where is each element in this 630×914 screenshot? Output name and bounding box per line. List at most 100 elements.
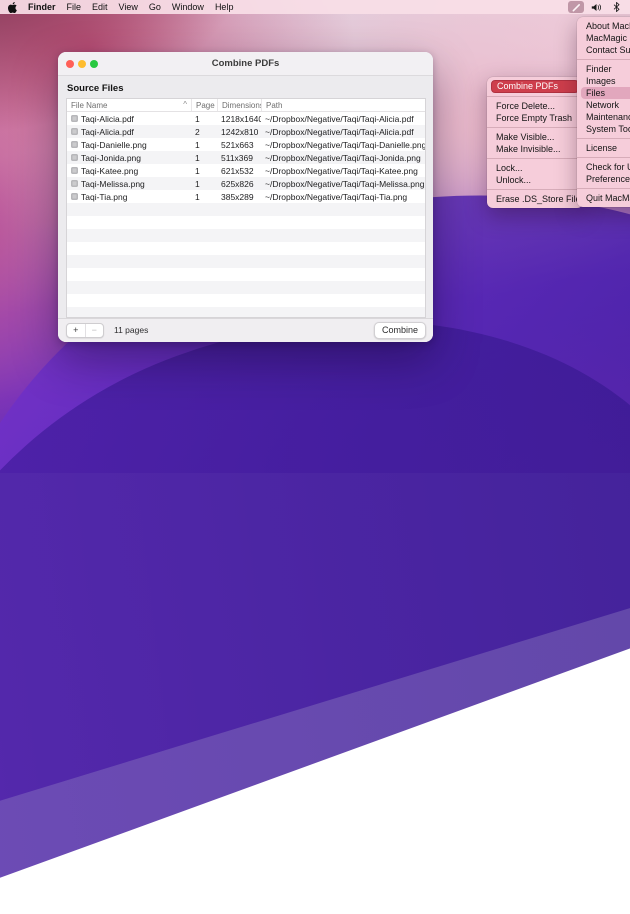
pages-count-label: 11 pages (114, 325, 148, 335)
menubar-item-help[interactable]: Help (215, 2, 234, 12)
menu-separator (487, 96, 583, 97)
close-button[interactable] (66, 60, 74, 68)
cell-page: 1 (191, 114, 217, 124)
column-header-file-name[interactable]: File Name ^ (67, 99, 191, 111)
menu-item-preferences[interactable]: Preferences... (577, 173, 630, 185)
minimize-button[interactable] (78, 60, 86, 68)
cell-page: 1 (191, 153, 217, 163)
file-thumbnail-icon (71, 115, 78, 122)
file-thumbnail-icon (71, 141, 78, 148)
cell-path: ~/Dropbox/Negative/Taqi/Taqi-Alicia.pdf (261, 127, 425, 137)
column-header-page[interactable]: Page (191, 99, 217, 111)
cell-page: 1 (191, 192, 217, 202)
combine-pdfs-window: Combine PDFs Source Files File Name ^ Pa… (58, 52, 433, 342)
menu-separator (487, 158, 583, 159)
source-files-table: File Name ^ Page Dimensions Path Taqi-Al… (66, 98, 426, 317)
cell-dimensions: 1218x1640 (217, 114, 261, 124)
cell-page: 2 (191, 127, 217, 137)
source-files-label: Source Files (67, 83, 433, 94)
table-row[interactable]: Taqi-Katee.png1621x532~/Dropbox/Negative… (67, 164, 425, 177)
cell-path: ~/Dropbox/Negative/Taqi/Taqi-Katee.png (261, 166, 425, 176)
cell-path: ~/Dropbox/Negative/Taqi/Taqi-Danielle.pn… (261, 140, 425, 150)
menu-separator (487, 127, 583, 128)
table-row[interactable]: Taqi-Alicia.pdf11218x1640~/Dropbox/Negat… (67, 112, 425, 125)
sort-ascending-icon[interactable]: ^ (183, 101, 187, 109)
menubar-item-window[interactable]: Window (172, 2, 204, 12)
menu-separator (577, 157, 630, 158)
volume-icon[interactable] (588, 1, 604, 13)
cell-file-name: Taqi-Danielle.png (67, 140, 191, 150)
add-remove-stepper[interactable]: + − (66, 323, 104, 338)
add-file-button[interactable]: + (67, 324, 85, 337)
zoom-button[interactable] (90, 60, 98, 68)
menu-bar: Finder File Edit View Go Window Help (0, 0, 630, 14)
menubar-app-finder[interactable]: Finder (28, 2, 56, 12)
file-thumbnail-icon (71, 167, 78, 174)
cell-dimensions: 511x369 (217, 153, 261, 163)
cell-file-name: Taqi-Alicia.pdf (67, 114, 191, 124)
menu-separator (487, 189, 583, 190)
cell-file-name: Taqi-Tia.png (67, 192, 191, 202)
submenu-item-make-invisible[interactable]: Make Invisible... (487, 143, 583, 155)
cell-file-name: Taqi-Alicia.pdf (67, 127, 191, 137)
cell-dimensions: 625x826 (217, 179, 261, 189)
menu-item-finder[interactable]: Finder (577, 63, 630, 75)
menu-item-check-for-updates[interactable]: Check for Updates... (577, 161, 630, 173)
cell-page: 1 (191, 166, 217, 176)
menu-item-images[interactable]: Images (577, 75, 630, 87)
cell-page: 1 (191, 179, 217, 189)
table-row[interactable]: Taqi-Alicia.pdf21242x810~/Dropbox/Negati… (67, 125, 425, 138)
table-row[interactable]: Taqi-Tia.png1385x289~/Dropbox/Negative/T… (67, 190, 425, 203)
remove-file-button[interactable]: − (85, 324, 104, 337)
table-row[interactable]: Taqi-Jonida.png1511x369~/Dropbox/Negativ… (67, 151, 425, 164)
menu-separator (577, 59, 630, 60)
table-rows-area: Taqi-Alicia.pdf11218x1640~/Dropbox/Negat… (67, 112, 425, 316)
file-thumbnail-icon (71, 128, 78, 135)
macmagic-pencil-icon[interactable] (568, 1, 584, 13)
submenu-item-force-empty-trash[interactable]: Force Empty Trash (487, 112, 583, 124)
menu-item-system-tools[interactable]: System Tools (577, 123, 630, 135)
submenu-item-erase-ds-store-files[interactable]: Erase .DS_Store Files... (487, 193, 583, 205)
submenu-item-force-delete[interactable]: Force Delete... (487, 100, 583, 112)
cell-file-name: Taqi-Jonida.png (67, 153, 191, 163)
cell-file-name: Taqi-Katee.png (67, 166, 191, 176)
window-titlebar[interactable]: Combine PDFs (58, 52, 433, 76)
menubar-item-go[interactable]: Go (149, 2, 161, 12)
cell-dimensions: 1242x810 (217, 127, 261, 137)
menu-item-maintenance[interactable]: Maintenance (577, 111, 630, 123)
submenu-item-lock[interactable]: Lock... (487, 162, 583, 174)
bluetooth-icon[interactable] (608, 1, 624, 13)
column-header-path[interactable]: Path (261, 99, 425, 111)
menu-item-quit-macmagic[interactable]: Quit MacMagic (577, 192, 630, 204)
column-header-dimensions[interactable]: Dimensions (217, 99, 261, 111)
menu-separator (577, 138, 630, 139)
table-row[interactable]: Taqi-Danielle.png1521x663~/Dropbox/Negat… (67, 138, 425, 151)
menu-item-license[interactable]: License (577, 142, 630, 154)
menu-item-files[interactable]: Files▶ (581, 87, 630, 99)
file-thumbnail-icon (71, 193, 78, 200)
submenu-item-combine-pdfs[interactable]: Combine PDFs (491, 80, 579, 93)
menu-item-contact-support[interactable]: Contact Support (577, 44, 630, 56)
window-footer: + − 11 pages Combine (58, 318, 433, 342)
table-row[interactable]: Taqi-Melissa.png1625x826~/Dropbox/Negati… (67, 177, 425, 190)
cell-path: ~/Dropbox/Negative/Taqi/Taqi-Melissa.png (261, 179, 425, 189)
combine-button[interactable]: Combine (374, 322, 426, 339)
apple-icon[interactable] (8, 2, 17, 13)
submenu-item-unlock[interactable]: Unlock... (487, 174, 583, 186)
menu-separator (577, 188, 630, 189)
macmagic-menu: About MacMagicMacMagic HelpContact Suppo… (577, 17, 630, 207)
cell-page: 1 (191, 140, 217, 150)
cell-path: ~/Dropbox/Negative/Taqi/Taqi-Alicia.pdf (261, 114, 425, 124)
menubar-item-file[interactable]: File (67, 2, 82, 12)
cell-file-name: Taqi-Melissa.png (67, 179, 191, 189)
menubar-item-edit[interactable]: Edit (92, 2, 108, 12)
menu-item-about-macmagic[interactable]: About MacMagic (577, 20, 630, 32)
menu-item-macmagic-help[interactable]: MacMagic Help (577, 32, 630, 44)
window-title: Combine PDFs (212, 58, 280, 69)
menu-item-network[interactable]: Network (577, 99, 630, 111)
cell-dimensions: 385x289 (217, 192, 261, 202)
file-thumbnail-icon (71, 180, 78, 187)
menubar-item-view[interactable]: View (119, 2, 138, 12)
table-header: File Name ^ Page Dimensions Path (67, 99, 425, 112)
submenu-item-make-visible[interactable]: Make Visible... (487, 131, 583, 143)
